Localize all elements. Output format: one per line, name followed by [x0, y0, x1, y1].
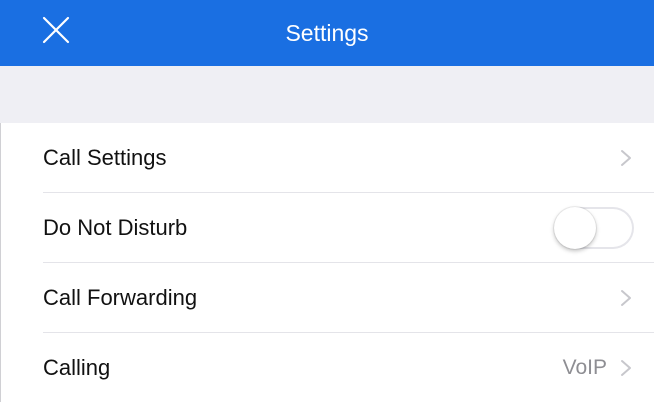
calling-label: Calling — [43, 355, 111, 380]
chevron-right-icon — [621, 150, 631, 166]
chevron-right-icon — [621, 290, 631, 306]
calling-value: VoIP — [562, 356, 607, 379]
do-not-disturb-row: Do Not Disturb — [0, 193, 654, 263]
close-icon — [42, 16, 70, 44]
call-forwarding-label: Call Forwarding — [43, 285, 198, 310]
call-settings-row[interactable]: Call Settings — [0, 123, 654, 193]
do-not-disturb-toggle[interactable] — [554, 207, 634, 249]
toggle-knob — [554, 207, 596, 249]
settings-list: Call Settings Do Not Disturb Call Forwar… — [0, 123, 654, 402]
call-settings-label: Call Settings — [43, 145, 167, 170]
page-title: Settings — [285, 20, 369, 46]
close-button[interactable] — [40, 14, 80, 54]
call-forwarding-row[interactable]: Call Forwarding — [0, 263, 654, 333]
chevron-right-icon — [621, 360, 631, 376]
section-spacer — [0, 66, 654, 123]
navigation-bar: Settings — [0, 0, 654, 66]
calling-row[interactable]: Calling VoIP — [0, 333, 654, 402]
do-not-disturb-label: Do Not Disturb — [43, 215, 188, 240]
settings-screen: Settings Call Settings Do Not Disturb Ca… — [0, 0, 654, 402]
